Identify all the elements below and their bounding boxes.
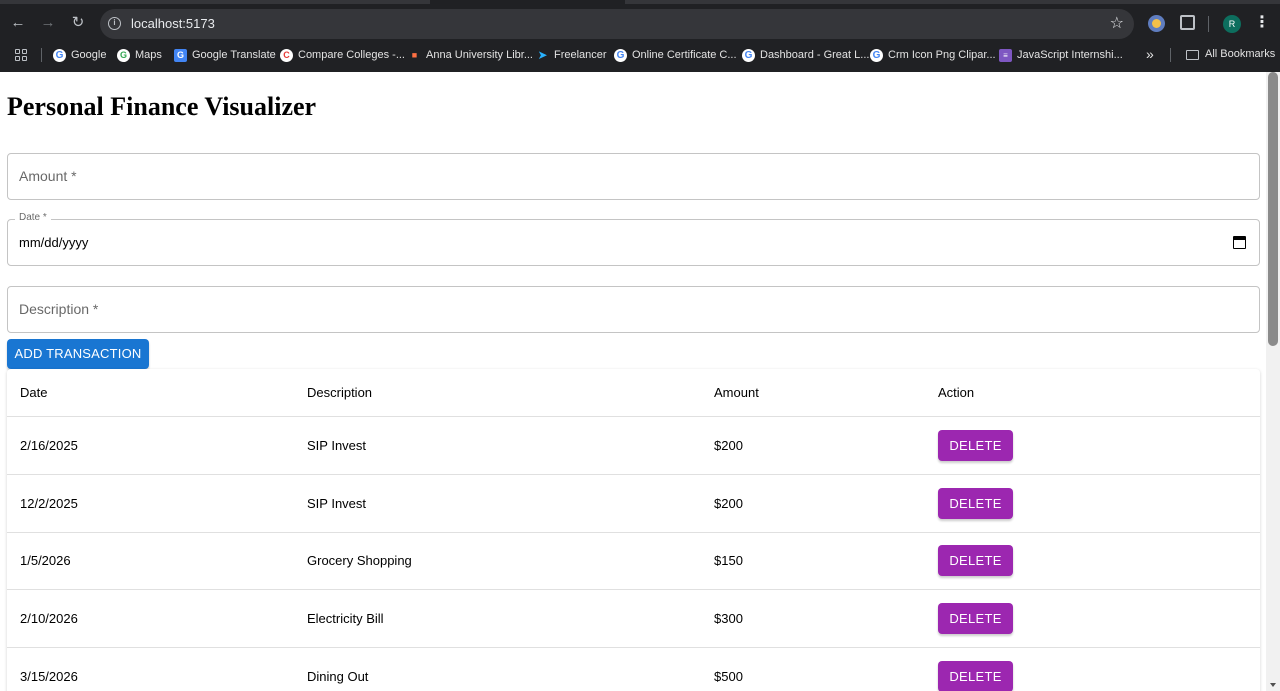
- bookmark-maps[interactable]: G Maps: [117, 47, 162, 63]
- amount-placeholder: Amount *: [19, 168, 77, 184]
- bookmark-online-certificate[interactable]: G Online Certificate C...: [614, 47, 737, 63]
- forward-arrow-icon[interactable]: →: [37, 12, 59, 34]
- toolbar-divider: [1208, 16, 1209, 32]
- row-date: 2/10/2026: [20, 611, 78, 626]
- google-icon: G: [53, 48, 66, 62]
- bookmark-google[interactable]: G Google: [53, 47, 106, 63]
- transactions-table: Date Description Amount Action 2/16/2025…: [7, 369, 1260, 691]
- row-amount: $150: [714, 553, 743, 568]
- header-description: Description: [307, 385, 373, 400]
- bookmark-label: Crm Icon Png Clipar...: [888, 49, 996, 61]
- bookmark-label: Google Translate: [192, 49, 276, 61]
- bookmarks-divider: [1170, 48, 1171, 62]
- bookmarks-bar: G Google G Maps G Google Translate C Com…: [0, 44, 1280, 66]
- bookmark-freelancer[interactable]: ➤ Freelancer: [536, 47, 607, 63]
- row-date: 12/2/2025: [20, 496, 78, 511]
- bookmark-compare-colleges[interactable]: C Compare Colleges -...: [280, 47, 405, 63]
- all-bookmarks-label[interactable]: All Bookmarks: [1205, 48, 1275, 60]
- row-amount: $200: [714, 438, 743, 453]
- address-bar-row: ← → ↻ i localhost:5173 ☆ R ⋮: [0, 8, 1280, 40]
- freelancer-icon: ➤: [537, 47, 548, 62]
- vertical-scrollbar[interactable]: [1266, 72, 1280, 691]
- tab-edge: [0, 0, 430, 4]
- date-field[interactable]: Date * mm/dd/yyyy: [7, 212, 1260, 266]
- delete-button[interactable]: DELETE: [938, 661, 1013, 691]
- table-row: 2/16/2025 SIP Invest $200 DELETE: [7, 417, 1260, 475]
- extension-icon[interactable]: [1148, 15, 1165, 32]
- bookmark-crm-icon[interactable]: G Crm Icon Png Clipar...: [870, 47, 996, 63]
- back-arrow-icon[interactable]: ←: [7, 12, 29, 34]
- address-bar[interactable]: i localhost:5173 ☆: [100, 9, 1134, 39]
- header-amount: Amount: [714, 385, 759, 400]
- table-header-row: Date Description Amount Action: [7, 369, 1260, 417]
- reload-icon[interactable]: ↻: [67, 12, 89, 34]
- college-icon: C: [280, 48, 293, 62]
- google-icon: G: [117, 48, 130, 62]
- table-row: 12/2/2025 SIP Invest $200 DELETE: [7, 475, 1260, 533]
- page-title: Personal Finance Visualizer: [7, 92, 317, 121]
- bookmark-label: JavaScript Internshi...: [1017, 49, 1123, 61]
- header-action: Action: [938, 385, 975, 400]
- url-text[interactable]: localhost:5173: [131, 16, 215, 31]
- google-icon: G: [742, 48, 755, 62]
- description-placeholder: Description *: [19, 301, 99, 317]
- delete-button[interactable]: DELETE: [938, 603, 1013, 634]
- scroll-down-arrow-icon[interactable]: [1270, 683, 1276, 687]
- calendar-icon[interactable]: [1233, 236, 1246, 249]
- scroll-thumb[interactable]: [1268, 72, 1278, 346]
- university-icon: ■: [411, 49, 418, 60]
- apps-grid-icon[interactable]: [15, 49, 27, 61]
- header-date: Date: [20, 385, 48, 400]
- bookmark-google-translate[interactable]: G Google Translate: [174, 47, 276, 63]
- row-description: Dining Out: [307, 669, 369, 684]
- bookmark-label: Dashboard - Great L...: [760, 49, 870, 61]
- row-date: 2/16/2025: [20, 438, 78, 453]
- site-info-icon[interactable]: i: [108, 17, 121, 30]
- delete-button[interactable]: DELETE: [938, 545, 1013, 576]
- browser-chrome: ← → ↻ i localhost:5173 ☆ R ⋮ G Google G …: [0, 0, 1280, 72]
- table-row: 3/15/2026 Dining Out $500 DELETE: [7, 648, 1260, 691]
- extensions-puzzle-icon[interactable]: [1180, 15, 1195, 30]
- page-content: Personal Finance Visualizer Amount * Dat…: [0, 72, 1266, 691]
- row-date: 1/5/2026: [20, 553, 71, 568]
- bookmark-label: Maps: [135, 49, 162, 61]
- bookmark-anna-university[interactable]: ■ Anna University Libr...: [408, 47, 533, 63]
- row-description: Electricity Bill: [307, 611, 384, 626]
- row-description: SIP Invest: [307, 438, 367, 453]
- date-value[interactable]: mm/dd/yyyy: [19, 235, 88, 250]
- google-icon: G: [870, 48, 883, 62]
- menu-kebab-icon[interactable]: ⋮: [1254, 12, 1270, 34]
- date-label: Date *: [15, 212, 51, 223]
- profile-avatar[interactable]: R: [1223, 15, 1241, 33]
- delete-button[interactable]: DELETE: [938, 430, 1013, 461]
- table-row: 1/5/2026 Grocery Shopping $150 DELETE: [7, 532, 1260, 590]
- bookmarks-overflow-icon[interactable]: »: [1146, 46, 1154, 62]
- tab-edge: [625, 0, 1280, 4]
- amount-field[interactable]: Amount *: [7, 153, 1260, 200]
- row-description: Grocery Shopping: [307, 553, 412, 568]
- row-amount: $500: [714, 669, 743, 684]
- bookmarks-divider: [41, 48, 42, 62]
- folder-icon[interactable]: [1186, 50, 1199, 60]
- add-transaction-button[interactable]: ADD TRANSACTION: [7, 339, 149, 369]
- delete-button[interactable]: DELETE: [938, 488, 1013, 519]
- translate-icon: G: [174, 48, 187, 62]
- table-row: 2/10/2026 Electricity Bill $300 DELETE: [7, 590, 1260, 648]
- row-description: SIP Invest: [307, 496, 367, 511]
- bookmark-dashboard[interactable]: G Dashboard - Great L...: [742, 47, 869, 63]
- google-icon: G: [614, 48, 627, 62]
- bookmark-label: Google: [71, 49, 107, 61]
- bookmark-label: Compare Colleges -...: [298, 49, 405, 61]
- bookmark-label: Anna University Libr...: [426, 49, 533, 61]
- bookmark-star-icon[interactable]: ☆: [1110, 13, 1124, 33]
- row-date: 3/15/2026: [20, 669, 78, 684]
- bookmark-label: Online Certificate C...: [632, 49, 737, 61]
- row-amount: $200: [714, 496, 743, 511]
- description-field[interactable]: Description *: [7, 286, 1260, 333]
- bookmark-javascript-internship[interactable]: ≡ JavaScript Internshi...: [999, 47, 1123, 63]
- bookmark-label: Freelancer: [554, 49, 607, 61]
- list-icon: ≡: [999, 48, 1012, 62]
- row-amount: $300: [714, 611, 743, 626]
